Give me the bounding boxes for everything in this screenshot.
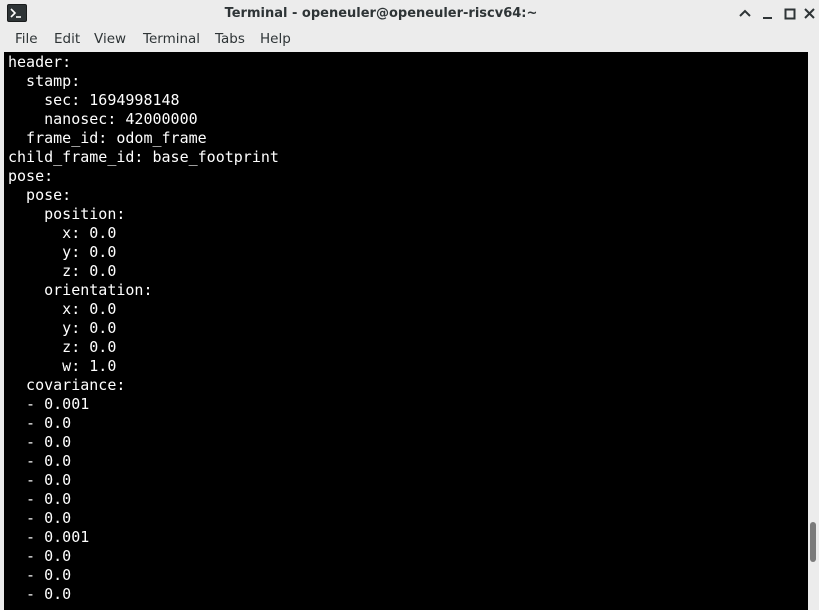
menu-terminal[interactable]: Terminal	[143, 28, 200, 52]
terminal-line: - 0.0	[8, 490, 72, 508]
minimize-icon[interactable]	[759, 5, 777, 23]
menu-tabs[interactable]: Tabs	[215, 28, 245, 52]
scrollbar[interactable]	[808, 52, 819, 610]
terminal-line: y: 0.0	[8, 319, 117, 337]
terminal-line: sec: 1694998148	[8, 91, 180, 109]
title-bar: Terminal - openeuler@openeuler-riscv64:~	[0, 0, 819, 28]
terminal-line: - 0.0	[8, 433, 72, 451]
terminal-line: - 0.0	[8, 509, 72, 527]
scrollbar-thumb[interactable]	[810, 522, 816, 562]
terminal-line: - 0.0	[8, 585, 72, 603]
terminal-line: pose:	[8, 186, 72, 204]
terminal-line: - 0.0	[8, 566, 72, 584]
terminal-line: w: 1.0	[8, 357, 117, 375]
terminal-line: - 0.0	[8, 547, 72, 565]
terminal-line: z: 0.0	[8, 262, 117, 280]
terminal-line: pose:	[8, 167, 54, 185]
terminal-line: - 0.0	[8, 471, 72, 489]
terminal-line: covariance:	[8, 376, 126, 394]
terminal-line: y: 0.0	[8, 243, 117, 261]
window-title: Terminal - openeuler@openeuler-riscv64:~	[224, 6, 538, 21]
terminal-line: header:	[8, 53, 72, 71]
terminal-line: z: 0.0	[8, 338, 117, 356]
menu-edit[interactable]: Edit	[54, 28, 80, 52]
terminal-line: - 0.0	[8, 414, 72, 432]
menu-file[interactable]: File	[15, 28, 38, 52]
terminal-lines: header: stamp: sec: 1694998148 nanosec: …	[8, 53, 279, 604]
terminal-line: x: 0.0	[8, 224, 117, 242]
terminal-line: position:	[8, 205, 126, 223]
terminal-line: - 0.001	[8, 395, 90, 413]
close-icon[interactable]	[801, 5, 819, 23]
menu-bar: File Edit View Terminal Tabs Help	[0, 28, 819, 52]
terminal-line: - 0.001	[8, 528, 90, 546]
terminal-line: child_frame_id: base_footprint	[8, 148, 279, 166]
terminal-line: orientation:	[8, 281, 153, 299]
terminal-line: frame_id: odom_frame	[8, 129, 207, 147]
maximize-icon[interactable]	[781, 5, 799, 23]
terminal-line: nanosec: 42000000	[8, 110, 198, 128]
chevron-up-icon[interactable]	[736, 5, 754, 23]
menu-help[interactable]: Help	[260, 28, 291, 52]
menu-view[interactable]: View	[94, 28, 126, 52]
terminal-line: stamp:	[8, 72, 81, 90]
terminal-line: x: 0.0	[8, 300, 117, 318]
terminal-output[interactable]: header: stamp: sec: 1694998148 nanosec: …	[4, 52, 808, 610]
terminal-line: - 0.0	[8, 452, 72, 470]
